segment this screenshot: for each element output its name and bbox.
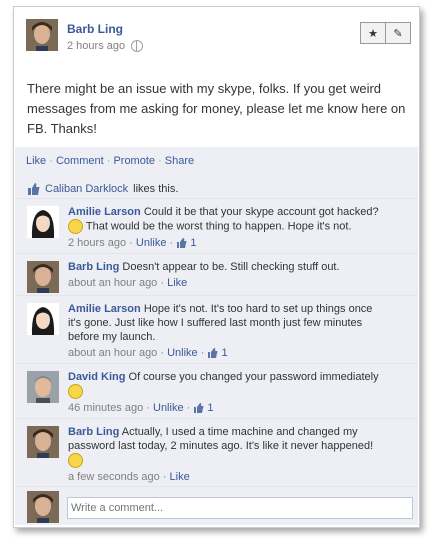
thumbs-up-icon	[177, 238, 187, 249]
comment-item: Amilie Larson Hope it's not. It's too ha…	[15, 295, 418, 364]
comment-item: Barb Ling Doesn't appear to be. Still ch…	[15, 253, 418, 296]
unlike-link[interactable]: Unlike	[136, 237, 167, 249]
commenter-avatar[interactable]	[27, 426, 59, 458]
smiley-icon	[68, 384, 83, 399]
comment-likes[interactable]: 1	[176, 237, 196, 249]
comment-author[interactable]: David King	[68, 371, 125, 383]
comment-item: David King Of course you changed your pa…	[15, 363, 418, 419]
unlike-link[interactable]: Unlike	[153, 402, 184, 414]
post-card: Barb Ling 2 hours ago ★ ✎ There might be…	[13, 6, 420, 528]
like-link[interactable]: Like	[167, 277, 187, 289]
viewer-avatar	[27, 491, 59, 523]
commenter-avatar[interactable]	[27, 206, 59, 238]
comment-link[interactable]: Comment	[56, 155, 104, 167]
comment-composer	[15, 486, 418, 527]
post-actions: Like · Comment · Promote · Share	[26, 155, 195, 167]
smiley-icon	[68, 453, 83, 468]
post-meta: 2 hours ago	[67, 40, 144, 52]
promote-link[interactable]: Promote	[113, 155, 155, 167]
thumbs-up-icon	[208, 348, 218, 359]
comment-likes[interactable]: 1	[193, 402, 214, 414]
status-text: There might be an issue with my skype, f…	[27, 81, 406, 136]
globe-icon	[131, 40, 144, 52]
comment-item: Amilie Larson Could it be that your skyp…	[15, 198, 418, 254]
thumbs-up-icon	[194, 403, 204, 414]
comment-author[interactable]: Amilie Larson	[68, 206, 141, 218]
commenter-avatar[interactable]	[27, 371, 59, 403]
comment-time[interactable]: a few seconds ago	[68, 471, 160, 483]
comment-time[interactable]: 2 hours ago	[68, 237, 126, 249]
likes-summary: Caliban Darklock likes this.	[27, 183, 178, 195]
comment-author[interactable]: Barb Ling	[68, 261, 119, 273]
pencil-icon[interactable]: ✎	[386, 22, 411, 44]
comment-time[interactable]: about an hour ago	[68, 277, 157, 289]
unlike-link[interactable]: Unlike	[167, 347, 198, 359]
comment-text: Of course you changed your password imme…	[128, 371, 379, 383]
comment-text: Could it be that your skype account got …	[143, 206, 379, 218]
likes-text: likes this.	[133, 183, 179, 195]
comment-likes[interactable]: 1	[207, 347, 228, 359]
author-avatar[interactable]	[26, 19, 58, 51]
comment-text-cont: That would be the worst thing to happen.…	[85, 220, 352, 233]
star-icon[interactable]: ★	[360, 22, 386, 44]
comment-time[interactable]: about an hour ago	[68, 347, 157, 359]
liker-name[interactable]: Caliban Darklock	[45, 183, 128, 195]
post-time[interactable]: 2 hours ago	[67, 40, 125, 52]
commenter-avatar[interactable]	[27, 303, 59, 335]
thumbs-up-icon	[28, 183, 40, 195]
comment-text: Doesn't appear to be. Still checking stu…	[122, 261, 340, 273]
like-link[interactable]: Like	[170, 471, 190, 483]
post-author[interactable]: Barb Ling	[67, 22, 123, 36]
comment-author[interactable]: Amilie Larson	[68, 303, 141, 315]
post-toolbar: ★ ✎	[360, 22, 411, 44]
comment-item: Barb Ling Actually, I used a time machin…	[15, 418, 418, 487]
commenter-avatar[interactable]	[27, 261, 59, 293]
comment-time[interactable]: 46 minutes ago	[68, 402, 143, 414]
share-link[interactable]: Share	[165, 155, 194, 167]
like-link[interactable]: Like	[26, 155, 46, 167]
worried-smiley-icon	[68, 219, 83, 234]
comment-input[interactable]	[67, 497, 413, 519]
comment-author[interactable]: Barb Ling	[68, 426, 119, 438]
